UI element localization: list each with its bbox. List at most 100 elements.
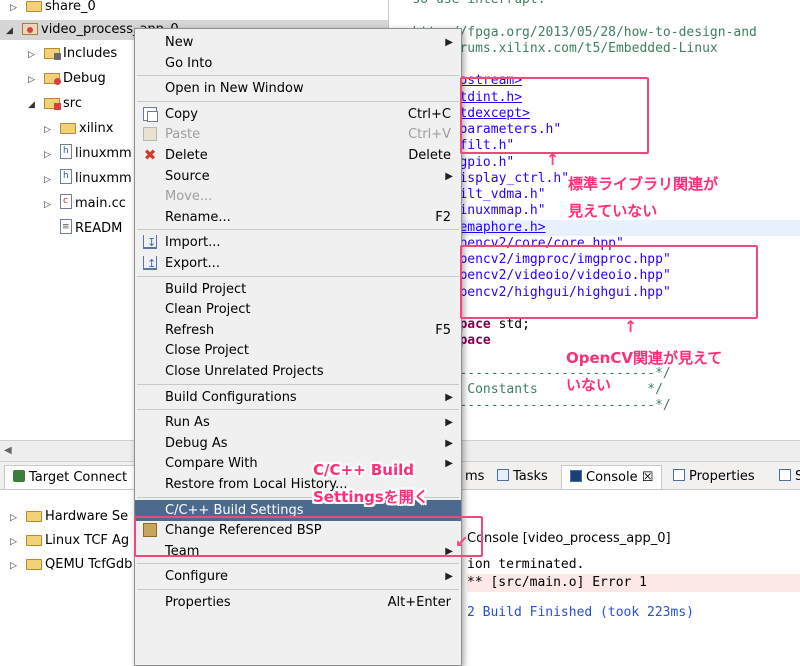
menu-item-label: Paste (165, 127, 201, 143)
expand-arrow-icon[interactable]: ▷ (10, 508, 20, 528)
tree-item-linuxmm-1[interactable]: ▷linuxmm (44, 141, 132, 165)
annotation-opencv-1: OpenCV関連が見えて (566, 349, 723, 367)
menu-item-move[interactable]: Move... (135, 186, 461, 207)
target-icon (13, 470, 25, 482)
folder-icon (26, 535, 42, 546)
menu-item-close-unrelated-projects[interactable]: Close Unrelated Projects (135, 361, 461, 382)
annotation-arrow-icon: ↑ (624, 317, 638, 336)
menu-item-shortcut: Ctrl+V (408, 127, 451, 143)
expand-arrow-icon[interactable]: ▷ (10, 532, 20, 552)
menu-item-debug-as[interactable]: Debug As ▶ (135, 433, 461, 454)
menu-item-shortcut: Alt+Enter (387, 595, 451, 610)
menu-item-import[interactable]: Import... (135, 232, 461, 253)
highlight-opencv (460, 245, 758, 319)
console-line: ion terminated. (467, 557, 585, 572)
header-file-icon (60, 141, 72, 161)
menu-separator (137, 275, 459, 277)
menu-separator (137, 100, 459, 102)
folder-icon (26, 511, 42, 522)
menu-item-label: Build Project (165, 281, 247, 297)
submenu-arrow-icon: ▶ (445, 571, 453, 583)
tab-console[interactable]: Console ☒ (561, 465, 663, 489)
folder-icon (60, 123, 76, 134)
collapse-arrow-icon[interactable]: ◢ (6, 21, 16, 41)
tree-item-linux-tcf[interactable]: ▷ Linux TCF Ag (10, 531, 129, 551)
expand-arrow-icon[interactable]: ▷ (10, 556, 20, 576)
menu-separator (137, 409, 459, 411)
menu-item-label: Refresh (165, 322, 215, 338)
menu-item-label: Source (165, 168, 210, 184)
tree-item-readme[interactable]: READM (60, 217, 122, 239)
console-title: Console [video_process_app_0] (467, 531, 671, 546)
annotation-opencv-2: いない (566, 376, 612, 394)
menu-item-rename[interactable]: Rename... F2 (135, 207, 461, 228)
menu-separator (137, 589, 459, 590)
tab-more[interactable]: S (771, 465, 800, 489)
folder-icon (26, 559, 42, 570)
tree-item-linuxmm-2[interactable]: ▷linuxmm (44, 166, 132, 190)
expand-arrow-icon[interactable]: ▷ (28, 70, 38, 90)
delete-icon: ✖ (143, 146, 157, 164)
menu-item-label: Export... (165, 256, 220, 271)
tree-item-debug[interactable]: ▷ Debug (28, 69, 106, 89)
menu-item-delete[interactable]: ✖ Delete Delete (135, 145, 461, 166)
menu-separator (137, 75, 459, 77)
expand-arrow-icon[interactable]: ▷ (28, 45, 38, 65)
submenu-arrow-icon: ▶ (445, 437, 453, 449)
console-icon (570, 470, 582, 482)
tree-item-src[interactable]: ◢ src (28, 94, 82, 114)
expand-arrow-icon[interactable]: ▷ (44, 120, 54, 140)
tree-item-hardware[interactable]: ▷ Hardware Se (10, 507, 128, 527)
menu-item-label: New (165, 35, 194, 50)
tab-tasks[interactable]: Tasks (489, 465, 556, 489)
menu-item-label: Build Configurations (165, 389, 297, 405)
menu-item-clean-project[interactable]: Clean Project (135, 299, 461, 320)
tree-item-qemu[interactable]: ▷ QEMU TcfGdb (10, 555, 132, 575)
expand-arrow-icon[interactable]: ▷ (44, 145, 54, 165)
menu-item-label: Properties (165, 595, 231, 610)
menu-item-configure[interactable]: Configure ▶ (135, 566, 461, 587)
tab-target-connections[interactable]: Target Connect (4, 465, 137, 489)
highlight-std-library (460, 77, 649, 154)
menu-item-close-project[interactable]: Close Project (135, 340, 461, 361)
menu-item-build-project[interactable]: Build Project (135, 279, 461, 300)
expand-arrow-icon[interactable]: ▷ (10, 0, 20, 18)
menu-item-label: Close Unrelated Projects (165, 364, 324, 379)
menu-item-label: Close Project (165, 343, 250, 359)
tree-item-main-cc[interactable]: ▷main.cc (44, 191, 126, 215)
annotation-arrow-icon: ↙ (455, 532, 469, 551)
menu-item-label: Open in New Window (165, 81, 304, 97)
menu-item-build-configurations[interactable]: Build Configurations ▶ (135, 387, 461, 408)
menu-item-open-in-new-window[interactable]: Open in New Window (135, 78, 461, 99)
menu-item-copy[interactable]: Copy Ctrl+C (135, 104, 461, 125)
tab-problems[interactable]: ms (457, 465, 492, 489)
menu-item-go-into[interactable]: Go Into (135, 53, 461, 74)
folder-icon (26, 1, 42, 12)
source-folder-icon (44, 98, 61, 110)
expand-arrow-icon[interactable]: ▷ (44, 170, 54, 190)
menu-item-label: Compare With (165, 456, 258, 472)
tree-item-includes[interactable]: ▷ Includes (28, 44, 117, 64)
menu-item-properties[interactable]: Properties Alt+Enter (135, 592, 461, 613)
expand-arrow-icon[interactable]: ▷ (44, 195, 54, 215)
menu-item-export[interactable]: Export... (135, 253, 461, 274)
collapse-arrow-icon[interactable]: ◢ (28, 95, 38, 115)
header-file-icon (60, 166, 72, 186)
copy-icon (143, 106, 158, 122)
menu-item-label: Import... (165, 235, 221, 251)
menu-item-refresh[interactable]: Refresh F5 (135, 320, 461, 341)
menu-item-shortcut: Delete (408, 148, 451, 163)
submenu-arrow-icon: ▶ (445, 417, 453, 429)
menu-item-shortcut: Ctrl+C (407, 106, 451, 122)
menu-item-source[interactable]: Source ▶ (135, 166, 461, 187)
tab-properties[interactable]: Properties (665, 465, 763, 489)
menu-item-label: Copy (165, 106, 198, 122)
tree-item-share[interactable]: ▷ share_0 (10, 0, 96, 17)
paste-icon (143, 127, 157, 142)
menu-item-new[interactable]: New ▶ (135, 32, 461, 53)
scroll-left-icon[interactable]: ◀ (4, 445, 12, 456)
menu-item-paste[interactable]: Paste Ctrl+V (135, 124, 461, 145)
menu-item-run-as[interactable]: Run As ▶ (135, 412, 461, 433)
tree-item-xilinx[interactable]: ▷ xilinx (44, 119, 113, 139)
